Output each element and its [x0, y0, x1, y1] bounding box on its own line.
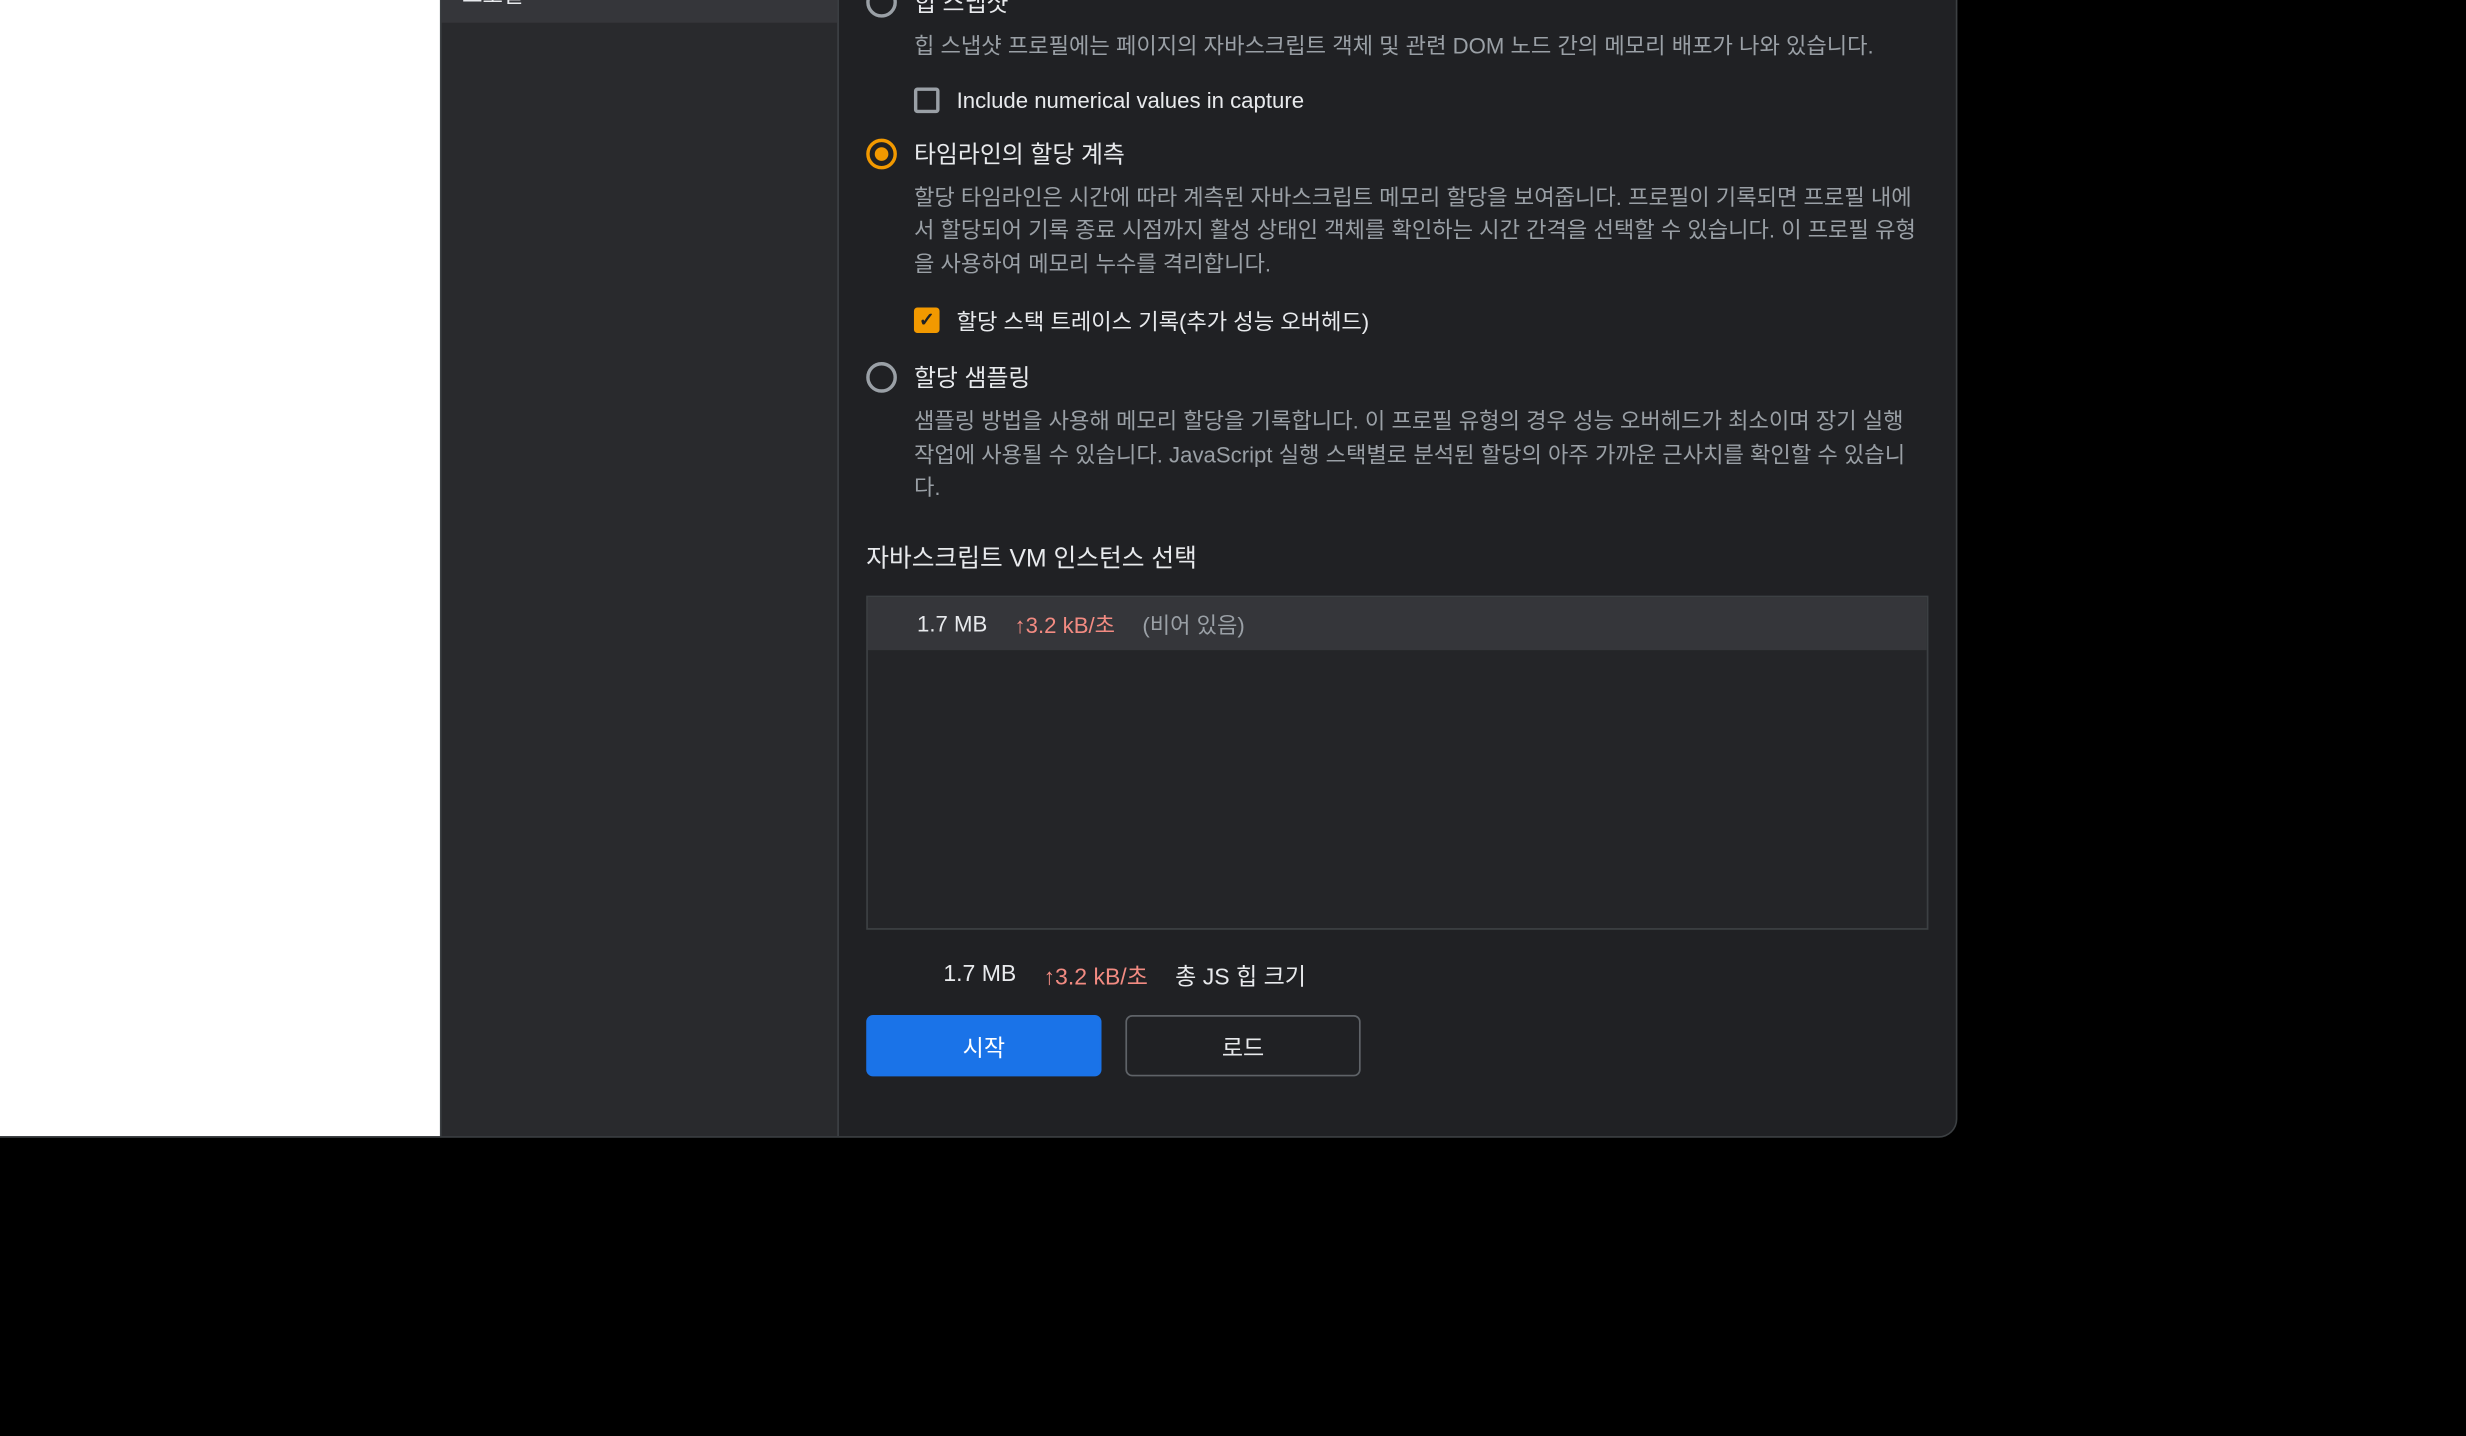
vm-row-size: 1.7 MB — [885, 610, 987, 636]
start-button[interactable]: 시작 — [866, 1014, 1101, 1075]
load-button[interactable]: 로드 — [1125, 1014, 1360, 1075]
vm-row-rate: ↑3.2 kB/초 — [1015, 607, 1115, 639]
checkbox-stack-label: 할당 스택 트레이스 기록(추가 성능 오버헤드) — [957, 304, 1370, 336]
radio-allocation-sampling[interactable]: 할당 샘플링 — [866, 360, 1928, 394]
checkbox-icon — [914, 87, 940, 113]
page-viewport: button — [0, 0, 440, 1136]
radio-icon — [866, 362, 897, 393]
total-rate: ↑3.2 kB/초 — [1044, 956, 1148, 990]
radio-heap-desc: 힙 스냅샷 프로필에는 페이지의 자바스크립트 객체 및 관련 DOM 노드 간… — [914, 30, 1928, 63]
checkbox-checked-icon: ✓ — [914, 307, 940, 333]
radio-sampling-label: 할당 샘플링 — [914, 360, 1030, 394]
radio-selected-icon — [866, 138, 897, 169]
radio-sampling-desc: 샘플링 방법을 사용해 메모리 할당을 기록합니다. 이 프로필 유형의 경우 … — [914, 405, 1928, 505]
radio-timeline-desc: 할당 타임라인은 시간에 따라 계측된 자바스크립트 메모리 할당을 보여줍니다… — [914, 180, 1928, 280]
radio-heap-label: 힙 스냅샷 — [914, 0, 1008, 19]
checkbox-numeric-values[interactable]: Include numerical values in capture — [914, 87, 1928, 113]
total-size: 1.7 MB — [914, 960, 1016, 986]
checkbox-numeric-label: Include numerical values in capture — [957, 87, 1304, 113]
checkbox-stack-trace[interactable]: ✓ 할당 스택 트레이스 기록(추가 성능 오버헤드) — [914, 304, 1928, 336]
vm-row-name: (비어 있음) — [1142, 607, 1245, 639]
radio-allocation-timeline[interactable]: 타임라인의 할당 계측 — [866, 136, 1928, 170]
radio-timeline-label: 타임라인의 할당 계측 — [914, 136, 1125, 170]
vm-instance-title: 자바스크립트 VM 인스턴스 선택 — [866, 538, 1928, 574]
radio-icon — [866, 0, 897, 18]
vm-instance-table: 1.7 MB ↑3.2 kB/초 (비어 있음) — [866, 595, 1928, 929]
vm-instance-row[interactable]: 1.7 MB ↑3.2 kB/초 (비어 있음) — [868, 596, 1927, 649]
radio-heap-snapshot[interactable]: 힙 스냅샷 — [866, 0, 1928, 19]
total-label: 총 JS 힙 크기 — [1175, 956, 1306, 990]
arrow-up-icon: ↑ — [1015, 612, 1026, 638]
arrow-up-icon: ↑ — [1044, 963, 1056, 989]
sidebar-profiles[interactable]: 프로필 — [442, 0, 838, 23]
